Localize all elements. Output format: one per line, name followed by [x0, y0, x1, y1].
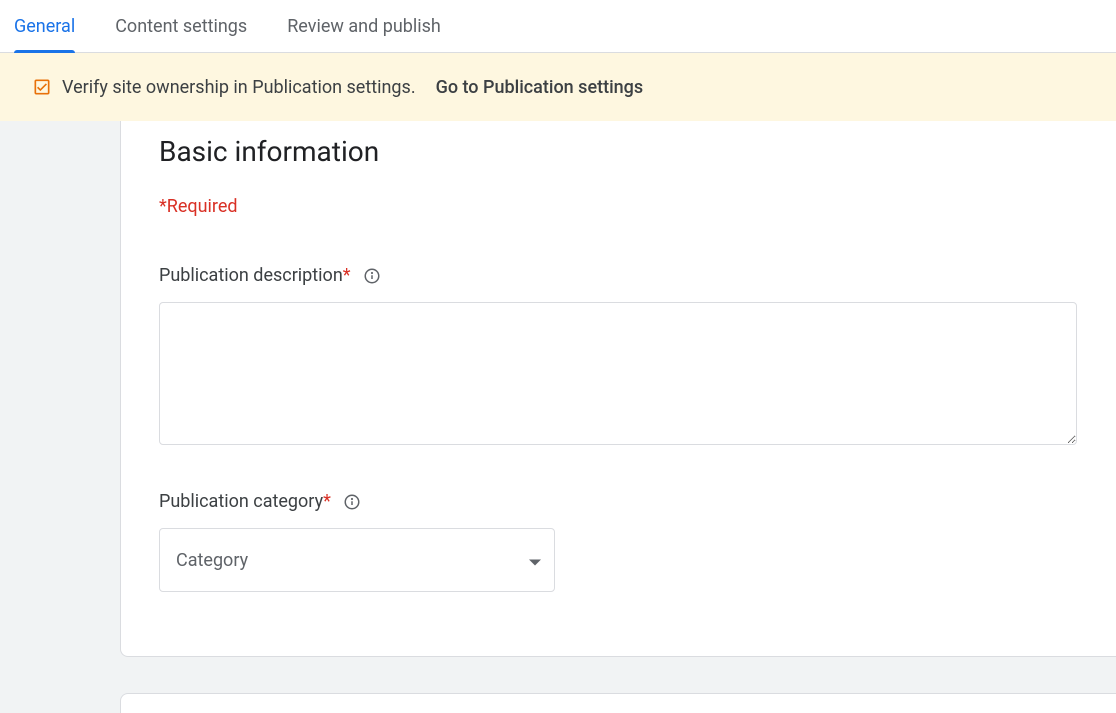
category-select-wrap: Category [159, 528, 555, 592]
verify-checkbox-icon [32, 77, 52, 97]
field-label-row: Publication category* [159, 491, 1078, 512]
notice-bar: Verify site ownership in Publication set… [0, 53, 1116, 121]
next-card-peek [120, 693, 1116, 713]
info-icon[interactable] [343, 493, 361, 511]
tab-review-and-publish[interactable]: Review and publish [287, 0, 441, 53]
info-icon[interactable] [363, 267, 381, 285]
publication-category-select[interactable]: Category [159, 528, 555, 592]
tabs-bar: General Content settings Review and publ… [0, 0, 1116, 53]
publication-category-field: Publication category* Category [159, 491, 1078, 592]
field-label-text: Publication category* [159, 491, 331, 512]
tab-label: Review and publish [287, 16, 441, 37]
tab-content-settings[interactable]: Content settings [115, 0, 247, 53]
section-title: Basic information [159, 135, 1078, 168]
go-to-publication-settings-link[interactable]: Go to Publication settings [436, 77, 644, 98]
tab-label: Content settings [115, 16, 247, 37]
notice-text: Verify site ownership in Publication set… [62, 77, 416, 98]
field-label-text: Publication description* [159, 265, 351, 286]
select-placeholder: Category [176, 550, 248, 571]
content-area: Basic information *Required Publication … [0, 121, 1116, 713]
field-label-row: Publication description* [159, 265, 1078, 286]
tab-label: General [14, 16, 75, 37]
publication-description-input[interactable] [159, 302, 1077, 445]
tab-general[interactable]: General [14, 0, 75, 53]
publication-description-field: Publication description* [159, 265, 1078, 449]
basic-information-card: Basic information *Required Publication … [120, 121, 1116, 657]
required-note: *Required [159, 196, 1078, 217]
